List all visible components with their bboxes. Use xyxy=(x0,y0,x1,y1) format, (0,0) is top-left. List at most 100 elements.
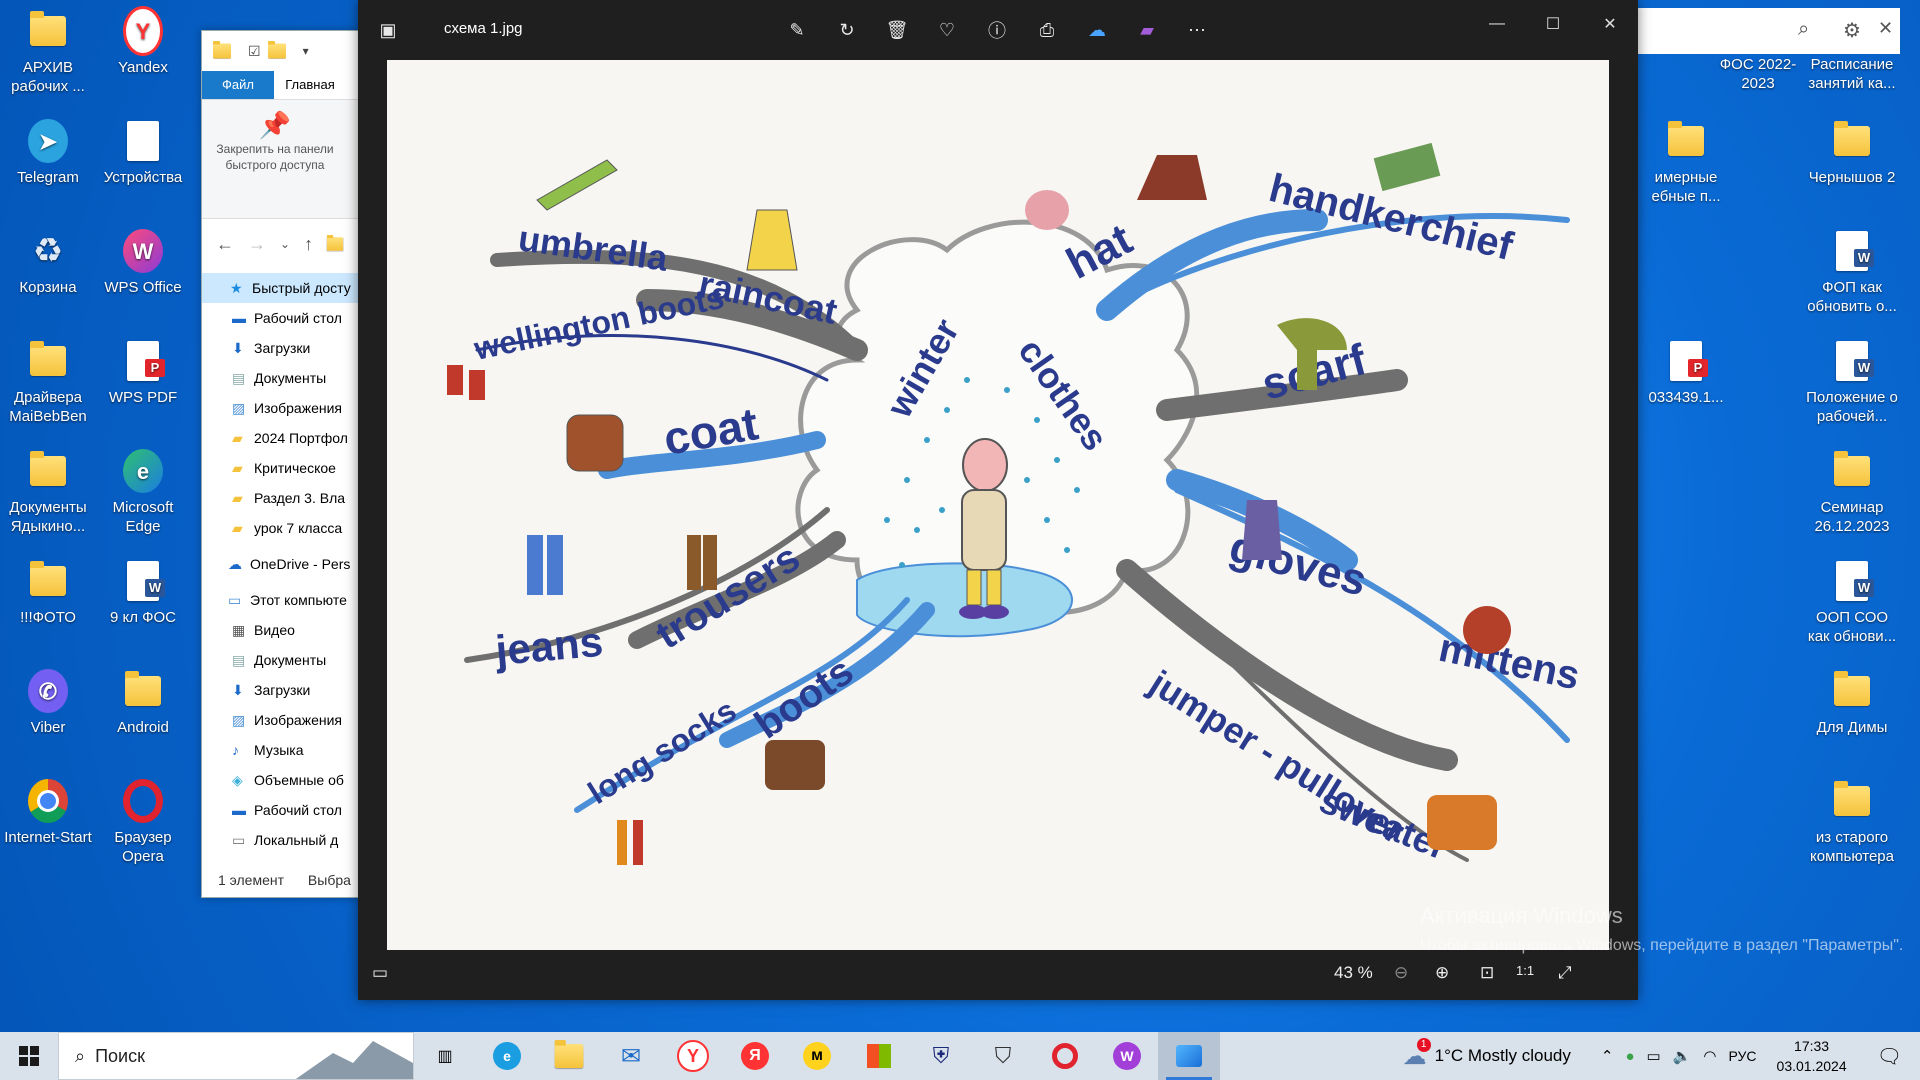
security-app-taskbar-icon[interactable]: ⛉ xyxy=(972,1032,1034,1080)
file-explorer-taskbar-icon[interactable] xyxy=(538,1032,600,1080)
filmstrip-icon[interactable]: ▭ xyxy=(372,963,388,983)
tree-item-этот-компьюте[interactable]: ▭ Этот компьюте xyxy=(202,585,360,615)
tree-item-изображения[interactable]: ▨ Изображения xyxy=(202,393,360,423)
maximize-icon[interactable]: ☐ xyxy=(1541,12,1565,36)
desktop-icon-корзина[interactable]: ♻ Корзина xyxy=(2,228,94,297)
desktop-icon-yandex[interactable]: Y Yandex xyxy=(97,6,189,77)
desktop-icon-документы-ядыкино[interactable]: Документы Ядыкино... xyxy=(2,448,94,536)
tree-item-урок-7-класса[interactable]: ▰ урок 7 класса xyxy=(202,513,360,543)
opera-taskbar-icon[interactable] xyxy=(1034,1032,1096,1080)
tree-item-2024-портфол[interactable]: ▰ 2024 Портфол xyxy=(202,423,360,453)
yandex-browser-taskbar-icon[interactable]: Y xyxy=(662,1032,724,1080)
desktop-icon-фос-2022-2023[interactable]: ФОС 2022-2023 xyxy=(1712,55,1804,93)
forward-arrow-icon[interactable]: → xyxy=(248,234,266,255)
task-view-icon[interactable]: ▥ xyxy=(414,1032,476,1080)
clock[interactable]: 17:33 03.01.2024 xyxy=(1777,1036,1847,1076)
tab-file[interactable]: Файл xyxy=(202,71,274,99)
tree-item-документы[interactable]: ▤ Документы xyxy=(202,645,360,675)
desktop-icon-расписание-занятий-ка[interactable]: Расписание занятий ка... xyxy=(1806,55,1898,93)
desktop-icon-9-кл-фос[interactable]: 9 кл ФОС xyxy=(97,558,189,627)
zoom-out-icon[interactable]: ⊖ xyxy=(1394,963,1408,983)
battery-icon[interactable]: ▭ xyxy=(1647,1047,1661,1065)
dropdown-icon[interactable]: ▾ xyxy=(303,44,309,58)
up-arrow-icon[interactable]: ↑ xyxy=(304,234,313,255)
background-window-search[interactable]: ⌕ ⚙ ✕ xyxy=(1638,8,1900,54)
back-arrow-icon[interactable]: ← xyxy=(216,234,234,255)
desktop-icon-чернышов-2[interactable]: Чернышов 2 xyxy=(1806,118,1898,187)
close-window-icon[interactable]: ✕ xyxy=(1598,12,1622,36)
start-button[interactable] xyxy=(0,1032,58,1080)
fit-to-window-icon[interactable]: ⊡ xyxy=(1480,963,1494,983)
mail-taskbar-icon[interactable]: ✉ xyxy=(600,1032,662,1080)
desktop-icon-ооп-соо-как-обнови[interactable]: ООП СОО как обнови... xyxy=(1806,558,1898,646)
tree-item-видео[interactable]: ▦ Видео xyxy=(202,615,360,645)
edit-image-icon[interactable]: ✎ xyxy=(785,18,809,42)
desktop-icon-wps-pdf[interactable]: WPS PDF xyxy=(97,338,189,407)
notifications-icon[interactable]: 🗨 xyxy=(1877,1044,1902,1069)
desktop-icon-фоп-как-обновить-о[interactable]: ФОП как обновить о... xyxy=(1806,228,1898,316)
file-explorer-window[interactable]: ☑ ▾ Файл Главная 📌 Закрепить на панели б… xyxy=(201,30,361,898)
tree-item-критическое[interactable]: ▰ Критическое xyxy=(202,453,360,483)
delete-icon[interactable]: 🗑 xyxy=(885,18,909,42)
yandex-market-taskbar-icon[interactable]: м xyxy=(786,1032,848,1080)
desktop-icon-internet-start[interactable]: Internet-Start xyxy=(2,778,94,847)
tree-item-документы[interactable]: ▤ Документы xyxy=(202,363,360,393)
photos-viewer-window[interactable]: ▣ схема 1.jpg ✎ ↻ 🗑 ♡ ⓘ ⎙ ☁ ▰ ⋯ — ☐ ✕ wi… xyxy=(358,0,1638,1000)
info-icon[interactable]: ⓘ xyxy=(985,18,1009,42)
volume-icon[interactable]: 🔈 xyxy=(1673,1047,1692,1065)
fullscreen-icon[interactable]: ⤢ xyxy=(1558,963,1572,983)
tree-item-рабочий-стол[interactable]: ▬ Рабочий стол xyxy=(202,795,360,825)
desktop-icon-wps-office[interactable]: W WPS Office xyxy=(97,228,189,297)
microsoft-store-taskbar-icon[interactable] xyxy=(848,1032,910,1080)
tree-item-рабочий-стол[interactable]: ▬ Рабочий стол xyxy=(202,303,360,333)
weather-cloud-icon[interactable]: ☁ 1 xyxy=(1403,1037,1431,1071)
checkmark-icon[interactable]: ☑ xyxy=(248,43,261,60)
wps-taskbar-icon[interactable]: W xyxy=(1096,1032,1158,1080)
minimize-icon[interactable]: — xyxy=(1485,12,1509,36)
actual-size-icon[interactable]: 1:1 xyxy=(1516,963,1534,978)
taskbar-search-box[interactable]: ⌕ Поиск xyxy=(58,1032,414,1080)
desktop-icon-033439-1[interactable]: 033439.1... xyxy=(1640,338,1732,407)
tab-home[interactable]: Главная xyxy=(274,71,346,99)
desktop-icon-android[interactable]: Android xyxy=(97,668,189,737)
desktop-icon-из-старого-компьютера[interactable]: из старого компьютера xyxy=(1806,778,1898,866)
favorite-heart-icon[interactable]: ♡ xyxy=(935,18,959,42)
tree-item-быстрый-досту[interactable]: ★ Быстрый досту xyxy=(202,273,360,303)
tree-item-загрузки[interactable]: ⬇ Загрузки xyxy=(202,333,360,363)
weather-text[interactable]: 1°C Mostly cloudy xyxy=(1435,1046,1571,1066)
gear-icon[interactable]: ⚙ xyxy=(1843,18,1861,43)
photos-taskbar-icon[interactable] xyxy=(1158,1032,1220,1080)
desktop-icon-драйвера-maibebben[interactable]: Драйвера MaiBebBen xyxy=(2,338,94,426)
rotate-icon[interactable]: ↻ xyxy=(835,18,859,42)
desktop-icon-имерные-ебные-п[interactable]: имерные ебные п... xyxy=(1640,118,1732,206)
tree-item-изображения[interactable]: ▨ Изображения xyxy=(202,705,360,735)
tree-item-onedrive-pers[interactable]: ☁ OneDrive - Pers xyxy=(202,549,360,579)
shield-app-taskbar-icon[interactable]: ⛨ xyxy=(910,1032,972,1080)
tree-item-музыка[interactable]: ♪ Музыка xyxy=(202,735,360,765)
yandex-taskbar-icon[interactable]: Я xyxy=(724,1032,786,1080)
desktop-icon-фото[interactable]: !!!ФОТО xyxy=(2,558,94,627)
more-options-icon[interactable]: ⋯ xyxy=(1185,18,1209,42)
desktop-icon-telegram[interactable]: ➤ Telegram xyxy=(2,118,94,187)
search-icon[interactable]: ⌕ xyxy=(1798,18,1809,41)
tree-item-загрузки[interactable]: ⬇ Загрузки xyxy=(202,675,360,705)
zoom-in-icon[interactable]: ⊕ xyxy=(1435,963,1449,983)
tray-app-icon[interactable]: ● xyxy=(1625,1048,1634,1065)
language-indicator[interactable]: РУС xyxy=(1728,1048,1756,1064)
desktop-icon-браузер-opera[interactable]: Браузер Opera xyxy=(97,778,189,866)
desktop-icon-положение-о-рабочей[interactable]: Положение о рабочей... xyxy=(1806,338,1898,426)
desktop-icon-устройства[interactable]: Устройства xyxy=(97,118,189,187)
print-icon[interactable]: ⎙ xyxy=(1035,18,1059,42)
pin-quick-access-button[interactable]: 📌 Закрепить на панели быстрого доступа xyxy=(210,110,340,173)
tree-item-раздел-3-вла[interactable]: ▰ Раздел 3. Вла xyxy=(202,483,360,513)
tree-item-локальный-д[interactable]: ▭ Локальный д xyxy=(202,825,360,855)
tree-item-объемные-об[interactable]: ◈ Объемные об xyxy=(202,765,360,795)
clipchamp-icon[interactable]: ▰ xyxy=(1135,18,1159,42)
onedrive-icon[interactable]: ☁ xyxy=(1085,18,1109,42)
desktop-icon-для-димы[interactable]: Для Димы xyxy=(1806,668,1898,737)
recent-dropdown-icon[interactable]: ⌄ xyxy=(280,237,290,251)
wifi-icon[interactable]: ◠ xyxy=(1703,1047,1716,1065)
desktop-icon-viber[interactable]: ✆ Viber xyxy=(2,668,94,737)
desktop-icon-архив-рабочих[interactable]: АРХИВ рабочих ... xyxy=(2,8,94,96)
desktop-icon-семинар-26-12-2023[interactable]: Семинар 26.12.2023 xyxy=(1806,448,1898,536)
